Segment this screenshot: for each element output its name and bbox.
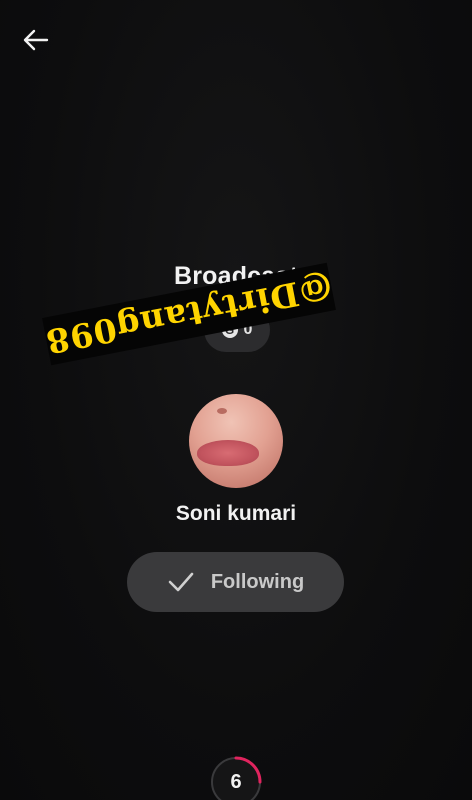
live-end-screen: Broadcast G 0 Soni kumari Following 6 @D…	[0, 0, 472, 800]
arrow-left-icon	[23, 29, 49, 51]
following-label: Following	[210, 570, 305, 593]
timer-value: 6	[230, 770, 242, 793]
countdown-timer: 6	[210, 756, 262, 800]
back-button[interactable]	[18, 24, 54, 56]
avatar-detail	[197, 440, 259, 466]
username: Soni kumari	[175, 502, 297, 525]
checkmark-icon	[168, 572, 194, 592]
avatar[interactable]	[189, 394, 283, 488]
avatar-detail	[217, 408, 227, 414]
following-button[interactable]: Following	[127, 552, 344, 612]
